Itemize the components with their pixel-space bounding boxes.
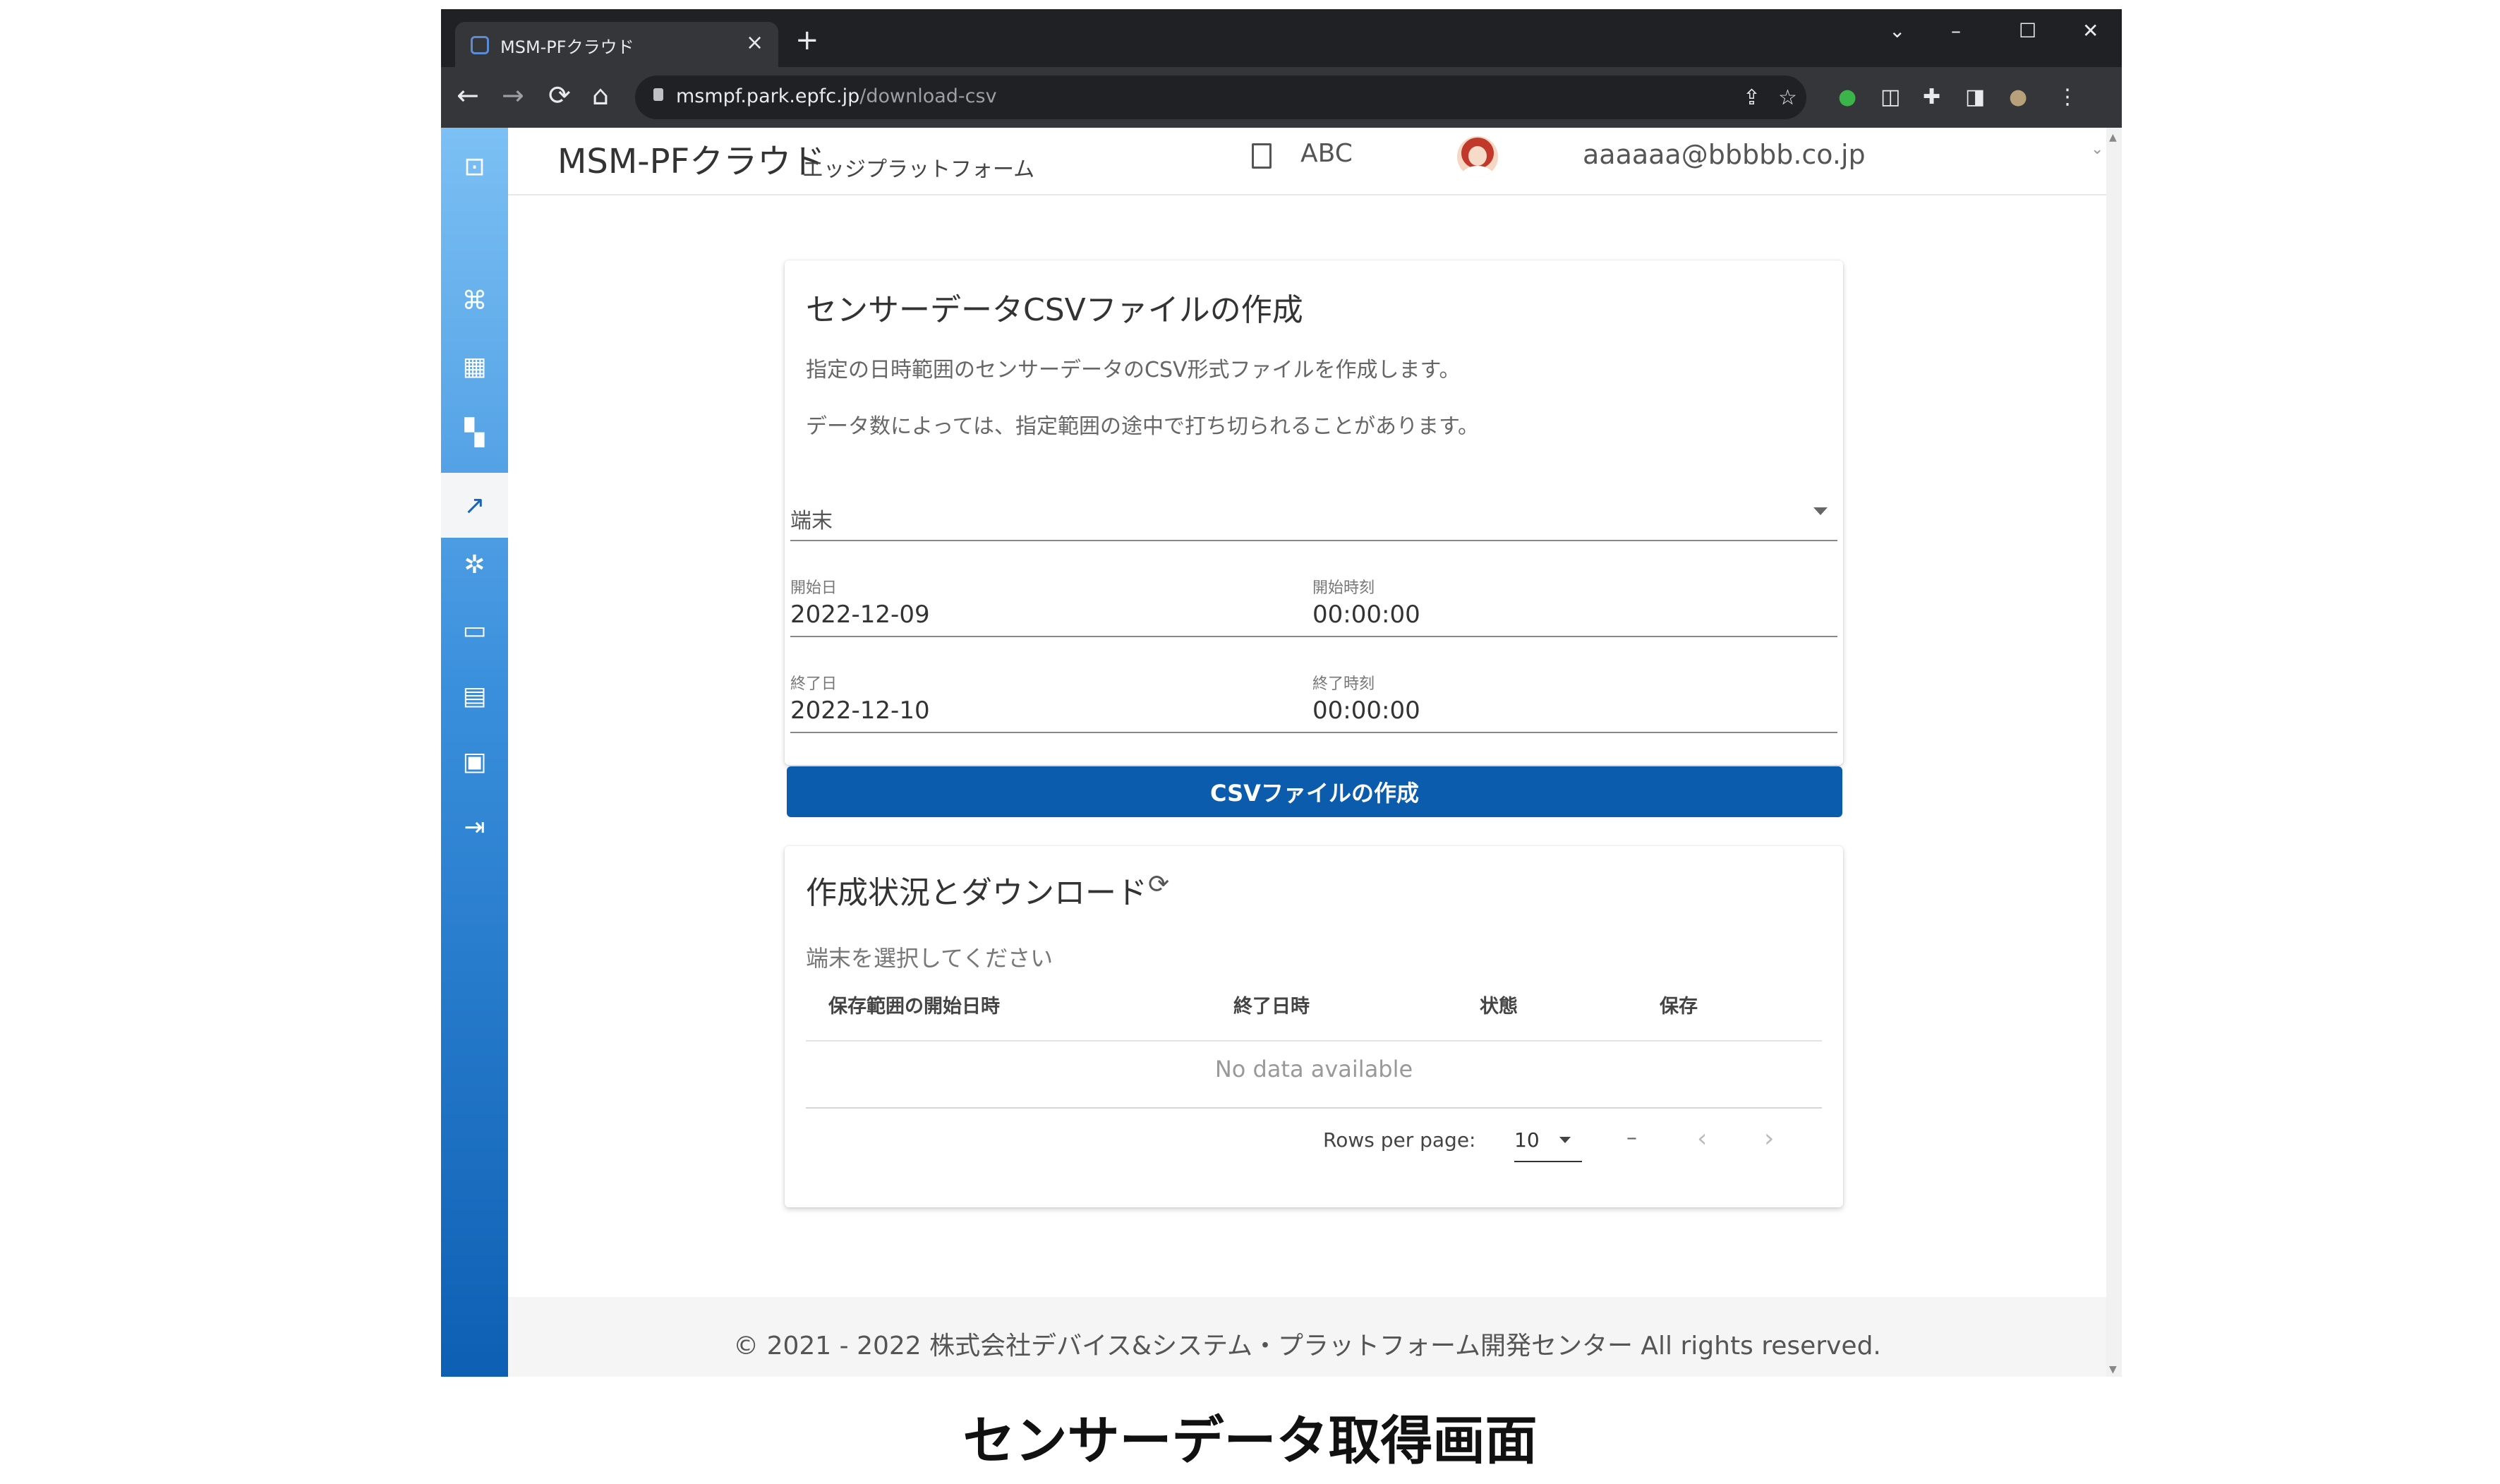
- start-time-value[interactable]: 00:00:00: [1312, 601, 1420, 629]
- page-range: –: [1626, 1126, 1637, 1150]
- reload-button[interactable]: ⟳: [548, 80, 571, 111]
- avatar[interactable]: [1457, 136, 1498, 177]
- kebab-menu-icon[interactable]: ⋮: [2057, 85, 2078, 109]
- trending-icon[interactable]: ↗: [441, 473, 508, 538]
- avatar-body: [1461, 166, 1494, 177]
- table-footer-divider: [806, 1107, 1822, 1109]
- dropdown-arrow-icon[interactable]: [1813, 507, 1828, 515]
- rows-per-page-underline: [1514, 1161, 1582, 1162]
- sidebar: ⊡ ⌘ ▦ ▚ ↗ ✲ ▭ ▤ ▣ ⇥: [441, 128, 508, 1377]
- address-bar[interactable]: msmpf.park.epfc.jp/download-csv ⇪ ☆: [635, 76, 1806, 119]
- next-page-icon[interactable]: ›: [1764, 1124, 1774, 1153]
- back-button[interactable]: ←: [457, 80, 479, 111]
- chevron-down-icon[interactable]: ⌄: [2091, 140, 2103, 158]
- rows-per-page-select[interactable]: 10: [1514, 1128, 1540, 1152]
- scroll-down-icon[interactable]: ▼: [2109, 1364, 2117, 1375]
- logout-icon[interactable]: ⇥: [441, 807, 508, 847]
- start-date-value[interactable]: 2022-12-09: [790, 601, 930, 629]
- page-footer: © 2021 - 2022 株式会社デバイス&システム・プラットフォーム開発セン…: [508, 1297, 2106, 1377]
- start-time-field[interactable]: 開始時刻 00:00:00: [1312, 567, 1837, 637]
- star-icon[interactable]: ☆: [1778, 85, 1797, 110]
- maximize-button[interactable]: ☐: [2019, 19, 2036, 42]
- org-name: ABC: [1300, 139, 1353, 168]
- browser-tab[interactable]: MSM-PFクラウド ×: [455, 22, 778, 67]
- column-header-status[interactable]: 状態: [1480, 991, 1518, 1018]
- close-window-button[interactable]: ✕: [2082, 19, 2099, 42]
- settings-icon[interactable]: ✲: [441, 544, 508, 585]
- card-title: 作成状況とダウンロード: [806, 875, 1147, 911]
- start-date-label: 開始日: [790, 579, 838, 597]
- column-header-save[interactable]: 保存: [1660, 991, 1698, 1018]
- home-button[interactable]: ⌂: [592, 80, 609, 111]
- forward-button[interactable]: →: [502, 80, 524, 111]
- user-email[interactable]: aaaaaa@bbbbb.co.jp: [1583, 139, 1866, 170]
- new-tab-button[interactable]: +: [795, 26, 819, 54]
- select-device-hint: 端末を選択してください: [806, 945, 1053, 972]
- building-icon: [1252, 143, 1272, 169]
- url-text: msmpf.park.epfc.jp/download-csv: [676, 85, 997, 107]
- tab-search-icon[interactable]: ⌄: [1889, 19, 1905, 42]
- browser-window: MSM-PFクラウド × + ⌄ – ☐ ✕ ← → ⟳ ⌂ msmpf.par…: [441, 9, 2122, 1377]
- end-time-value[interactable]: 00:00:00: [1312, 696, 1420, 725]
- window-icon[interactable]: ▭: [441, 610, 508, 651]
- monitor-icon[interactable]: ▣: [441, 741, 508, 782]
- sidepanel-icon[interactable]: ◨: [1965, 85, 1985, 109]
- end-date-label: 終了日: [790, 675, 838, 693]
- end-time-field[interactable]: 終了時刻 00:00:00: [1312, 663, 1837, 733]
- puzzle-icon[interactable]: ✚: [1923, 85, 1940, 109]
- no-data-message: No data available: [1214, 1056, 1413, 1082]
- favicon-icon: [471, 36, 489, 54]
- table-header-divider: [806, 1040, 1822, 1042]
- scroll-up-icon[interactable]: ▲: [2109, 132, 2117, 143]
- rows-per-page-label: Rows per page:: [1323, 1128, 1476, 1152]
- copyright-text: © 2021 - 2022 株式会社デバイス&システム・プラットフォーム開発セン…: [733, 1332, 1881, 1361]
- app-viewport: ⊡ ⌘ ▦ ▚ ↗ ✲ ▭ ▤ ▣ ⇥ MSM-PFクラウド エッジプラットフォ…: [441, 128, 2122, 1377]
- end-date-value[interactable]: 2022-12-10: [790, 696, 930, 725]
- tab-close-icon[interactable]: ×: [746, 30, 763, 55]
- tab-title: MSM-PFクラウド: [500, 37, 634, 57]
- browser-toolbar: ← → ⟳ ⌂ msmpf.park.epfc.jp/download-csv …: [441, 67, 2122, 128]
- devices-icon[interactable]: ⌘: [441, 280, 508, 321]
- lock-icon[interactable]: [653, 88, 663, 101]
- page-scrollbar[interactable]: ▲ ▼: [2106, 128, 2122, 1377]
- app-title: MSM-PFクラウド: [557, 142, 826, 181]
- status-download-card: 作成状況とダウンロード ⟳ 端末を選択してください 保存範囲の開始日時 終了日時…: [785, 846, 1843, 1207]
- card-note: データ数によっては、指定範囲の途中で打ち切られることがあります。: [806, 414, 1479, 439]
- logo-icon[interactable]: ⊡: [441, 146, 508, 187]
- prev-page-icon[interactable]: ‹: [1697, 1124, 1707, 1153]
- url-host: msmpf.park.epfc.jp: [676, 85, 860, 107]
- app-subtitle: エッジプラットフォーム: [802, 157, 1035, 182]
- apps-grid-icon[interactable]: ▦: [441, 346, 508, 387]
- app-header: MSM-PFクラウド エッジプラットフォーム ABC aaaaaa@bbbbb.…: [508, 128, 2106, 195]
- share-icon[interactable]: ⇪: [1743, 85, 1761, 110]
- csv-create-card: センサーデータCSVファイルの作成 指定の日時範囲のセンサーデータのCSV形式フ…: [785, 260, 1843, 765]
- refresh-icon[interactable]: ⟳: [1148, 870, 1169, 899]
- file-icon[interactable]: ▤: [441, 675, 508, 716]
- avatar-face: [1468, 146, 1487, 166]
- device-select[interactable]: 端末: [790, 490, 1837, 541]
- browser-titlebar: MSM-PFクラウド × + ⌄ – ☐ ✕: [441, 9, 2122, 67]
- url-path: /download-csv: [859, 85, 997, 107]
- dashboard-icon[interactable]: ▚: [441, 412, 508, 453]
- figure-caption: センサーデータ取得画面: [962, 1411, 1538, 1471]
- profile-icon[interactable]: ●: [2009, 85, 2027, 109]
- extension-icon[interactable]: ◫: [1880, 85, 1900, 109]
- column-header-end[interactable]: 終了日時: [1233, 991, 1310, 1018]
- card-description: 指定の日時範囲のセンサーデータのCSV形式ファイルを作成します。: [806, 358, 1461, 382]
- column-header-start[interactable]: 保存範囲の開始日時: [828, 991, 1000, 1018]
- end-date-field[interactable]: 終了日 2022-12-10: [790, 663, 1312, 733]
- device-select-label: 端末: [790, 509, 833, 533]
- card-title: センサーデータCSVファイルの作成: [806, 292, 1303, 328]
- evernote-icon[interactable]: ●: [1838, 85, 1856, 109]
- minimize-button[interactable]: –: [1951, 19, 1961, 42]
- create-csv-button[interactable]: CSVファイルの作成: [787, 766, 1842, 817]
- end-time-label: 終了時刻: [1312, 675, 1375, 693]
- rows-per-page-arrow-icon[interactable]: [1559, 1137, 1571, 1143]
- start-time-label: 開始時刻: [1312, 579, 1375, 597]
- start-date-field[interactable]: 開始日 2022-12-09: [790, 567, 1312, 637]
